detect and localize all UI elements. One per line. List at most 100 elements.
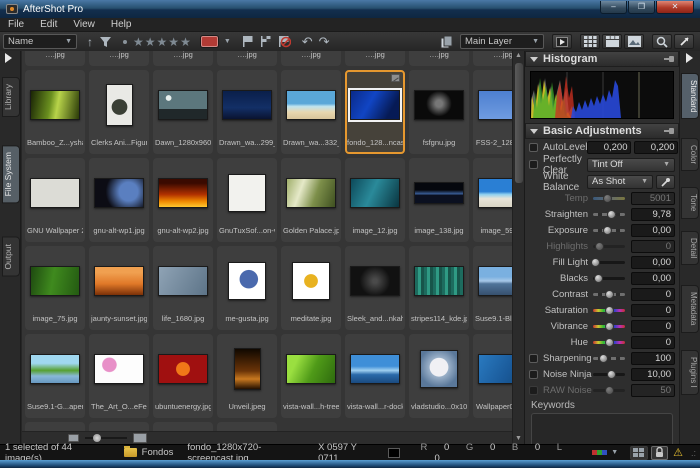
thumbnail-cell[interactable]: ubuntuenergy.jpg — [153, 334, 213, 418]
thumbnail-image[interactable] — [94, 354, 144, 384]
noise-ninja-slider[interactable] — [593, 373, 625, 376]
thumbnail-cell[interactable]: image_138.jpg — [409, 158, 469, 242]
thumbnail-image[interactable] — [158, 178, 208, 208]
thumbnail-image[interactable] — [94, 266, 144, 296]
thumbnail-cell[interactable]: Wallpaper02.jpg — [473, 334, 512, 418]
hue-value[interactable]: 0 — [631, 336, 675, 349]
noise-ninja-checkbox[interactable] — [529, 370, 538, 379]
temp-value[interactable]: 5001 — [631, 192, 675, 205]
tint-dropdown[interactable]: Tint Off ▼ — [587, 158, 675, 172]
thumbnail-cell[interactable]: vista-wall...r-dock.jpg — [345, 334, 405, 418]
slider-knob[interactable] — [607, 210, 616, 219]
thumbnail-image[interactable] — [286, 178, 336, 208]
star-icon[interactable]: ★ — [133, 35, 145, 49]
pin-icon[interactable] — [664, 55, 674, 63]
slider-knob[interactable] — [595, 242, 604, 251]
slider-knob[interactable] — [594, 274, 603, 283]
slider-knob[interactable] — [605, 338, 614, 347]
collapse-left-panel-icon[interactable] — [5, 53, 12, 63]
thumbnail-image[interactable] — [478, 266, 512, 296]
proof-icon[interactable] — [630, 446, 647, 460]
color-label-swatch[interactable] — [201, 34, 218, 49]
menu-item-help[interactable]: Help — [103, 19, 140, 30]
close-button[interactable]: ✕ — [656, 1, 694, 14]
thumbnail-image[interactable] — [478, 90, 512, 120]
thumbnail-cell[interactable]: fondo_128...ncast.jpg — [345, 70, 405, 154]
no-rating-dot-icon[interactable] — [123, 34, 127, 49]
white-balance-dropdown[interactable]: As Shot ▼ — [587, 175, 653, 189]
blacks-slider[interactable] — [593, 277, 625, 280]
panel-tab-metadata[interactable]: Metadata — [681, 285, 699, 332]
thumbnail-cell[interactable]: Bamboo_Z...ysha.jpg — [25, 70, 85, 154]
thumbnail-image[interactable] — [350, 266, 400, 296]
resize-grip[interactable]: .: — [691, 448, 696, 458]
rotate-left-icon[interactable]: ↶ — [302, 34, 313, 49]
filmstrip-view-button[interactable] — [602, 34, 622, 49]
sidebar-tab-file-system[interactable]: File System — [2, 145, 20, 203]
collapse-triangle-icon[interactable] — [530, 57, 538, 62]
sidebar-tab-output[interactable]: Output — [2, 237, 20, 277]
slider-knob[interactable] — [591, 258, 600, 267]
raw-noise-checkbox[interactable] — [529, 386, 538, 395]
flag-clear-icon[interactable] — [278, 34, 291, 49]
raw-noise-slider[interactable] — [593, 389, 625, 392]
sharpening-checkbox[interactable] — [529, 354, 538, 363]
thumbnail-size-slider[interactable] — [85, 437, 127, 439]
thumbnail-image[interactable] — [414, 182, 464, 204]
thumbnail-cell[interactable]: GNU Wallpaper 2.jpg — [25, 158, 85, 242]
sort-dropdown[interactable]: Name ▼ — [3, 34, 77, 49]
fill-light-slider[interactable] — [593, 261, 625, 264]
thumbnail-image[interactable] — [30, 178, 80, 208]
thumbnail-image[interactable] — [158, 90, 208, 120]
thumbnail-image[interactable] — [414, 90, 464, 120]
grid-scrollbar-thumb[interactable] — [515, 63, 523, 183]
filter-icon[interactable] — [99, 34, 112, 49]
histogram-header[interactable]: Histogram — [525, 51, 679, 67]
fullscreen-arrow-button[interactable] — [674, 34, 694, 49]
layer-dropdown[interactable]: Main Layer ▼ — [460, 34, 544, 49]
thumbnail-cell[interactable]: image_59.jpg — [473, 158, 512, 242]
collapse-triangle-icon[interactable] — [530, 129, 538, 134]
thumbnail-image[interactable] — [106, 84, 133, 126]
thumbnail-image[interactable] — [350, 354, 400, 384]
sidebar-tab-library[interactable]: Library — [2, 77, 20, 117]
thumbnail-cell[interactable]: Drawn_wa...299_.jpg — [217, 70, 277, 154]
thumbnail-view-button[interactable] — [580, 34, 600, 49]
warning-icon[interactable]: ⚠ — [673, 446, 683, 459]
thumbnail-cell[interactable]: Dawn_1280x960.jpg — [153, 70, 213, 154]
thumbnail-image[interactable] — [158, 354, 208, 384]
straighten-value[interactable]: 9,78 — [631, 208, 675, 221]
panel-tab-detail[interactable]: Detail — [681, 231, 699, 265]
thumbnail-cell[interactable]: The_Art_O...eFear.jpg — [89, 334, 149, 418]
thumbnail-cell[interactable]: gnu-alt-wp1.jpg — [89, 158, 149, 242]
autolevel-value-2[interactable]: 0,200 — [634, 141, 678, 154]
thumbnail-cell[interactable]: image_12.jpg — [345, 158, 405, 242]
slider-knob[interactable] — [603, 194, 612, 203]
panel-tab-plugins-i[interactable]: Plugins I — [681, 350, 699, 395]
slider-knob[interactable] — [605, 290, 614, 299]
thumbnail-cell[interactable]: gnu-alt-wp2.jpg — [153, 158, 213, 242]
autolevel-checkbox[interactable] — [529, 143, 538, 152]
thumbnail-cell[interactable]: Suse9.1-G...apers.jpg — [25, 334, 85, 418]
panel-tab-color[interactable]: Color — [681, 138, 699, 171]
thumbnail-cell[interactable]: stripes114_kde.jpg — [409, 246, 469, 330]
image-view-button[interactable] — [624, 34, 644, 49]
collapse-right-panel-icon[interactable] — [686, 53, 693, 63]
basic-adjustments-header[interactable]: Basic Adjustments — [525, 123, 679, 139]
menu-item-file[interactable]: File — [0, 19, 32, 30]
scroll-up-icon[interactable]: ▲ — [513, 51, 524, 61]
thumbnail-image[interactable] — [350, 178, 400, 208]
vibrance-value[interactable]: 0 — [631, 320, 675, 333]
thumbnail-cell[interactable]: Unveil.jpeg — [217, 334, 277, 418]
thumbnail-image[interactable] — [420, 350, 458, 388]
saturation-value[interactable]: 0 — [631, 304, 675, 317]
thumbnail-cell-partial[interactable]: ….jpg — [345, 51, 405, 66]
thumbnail-cell-partial[interactable]: ….jpg — [25, 51, 85, 66]
slider-knob[interactable] — [599, 354, 608, 363]
thumbnail-image[interactable] — [478, 354, 512, 384]
menu-item-edit[interactable]: Edit — [32, 19, 65, 30]
star-icon[interactable]: ★ — [157, 35, 169, 49]
temp-slider[interactable] — [593, 197, 625, 200]
lock-icon[interactable] — [651, 446, 668, 460]
thumbnail-cell-partial[interactable]: ….jpg — [409, 51, 469, 66]
